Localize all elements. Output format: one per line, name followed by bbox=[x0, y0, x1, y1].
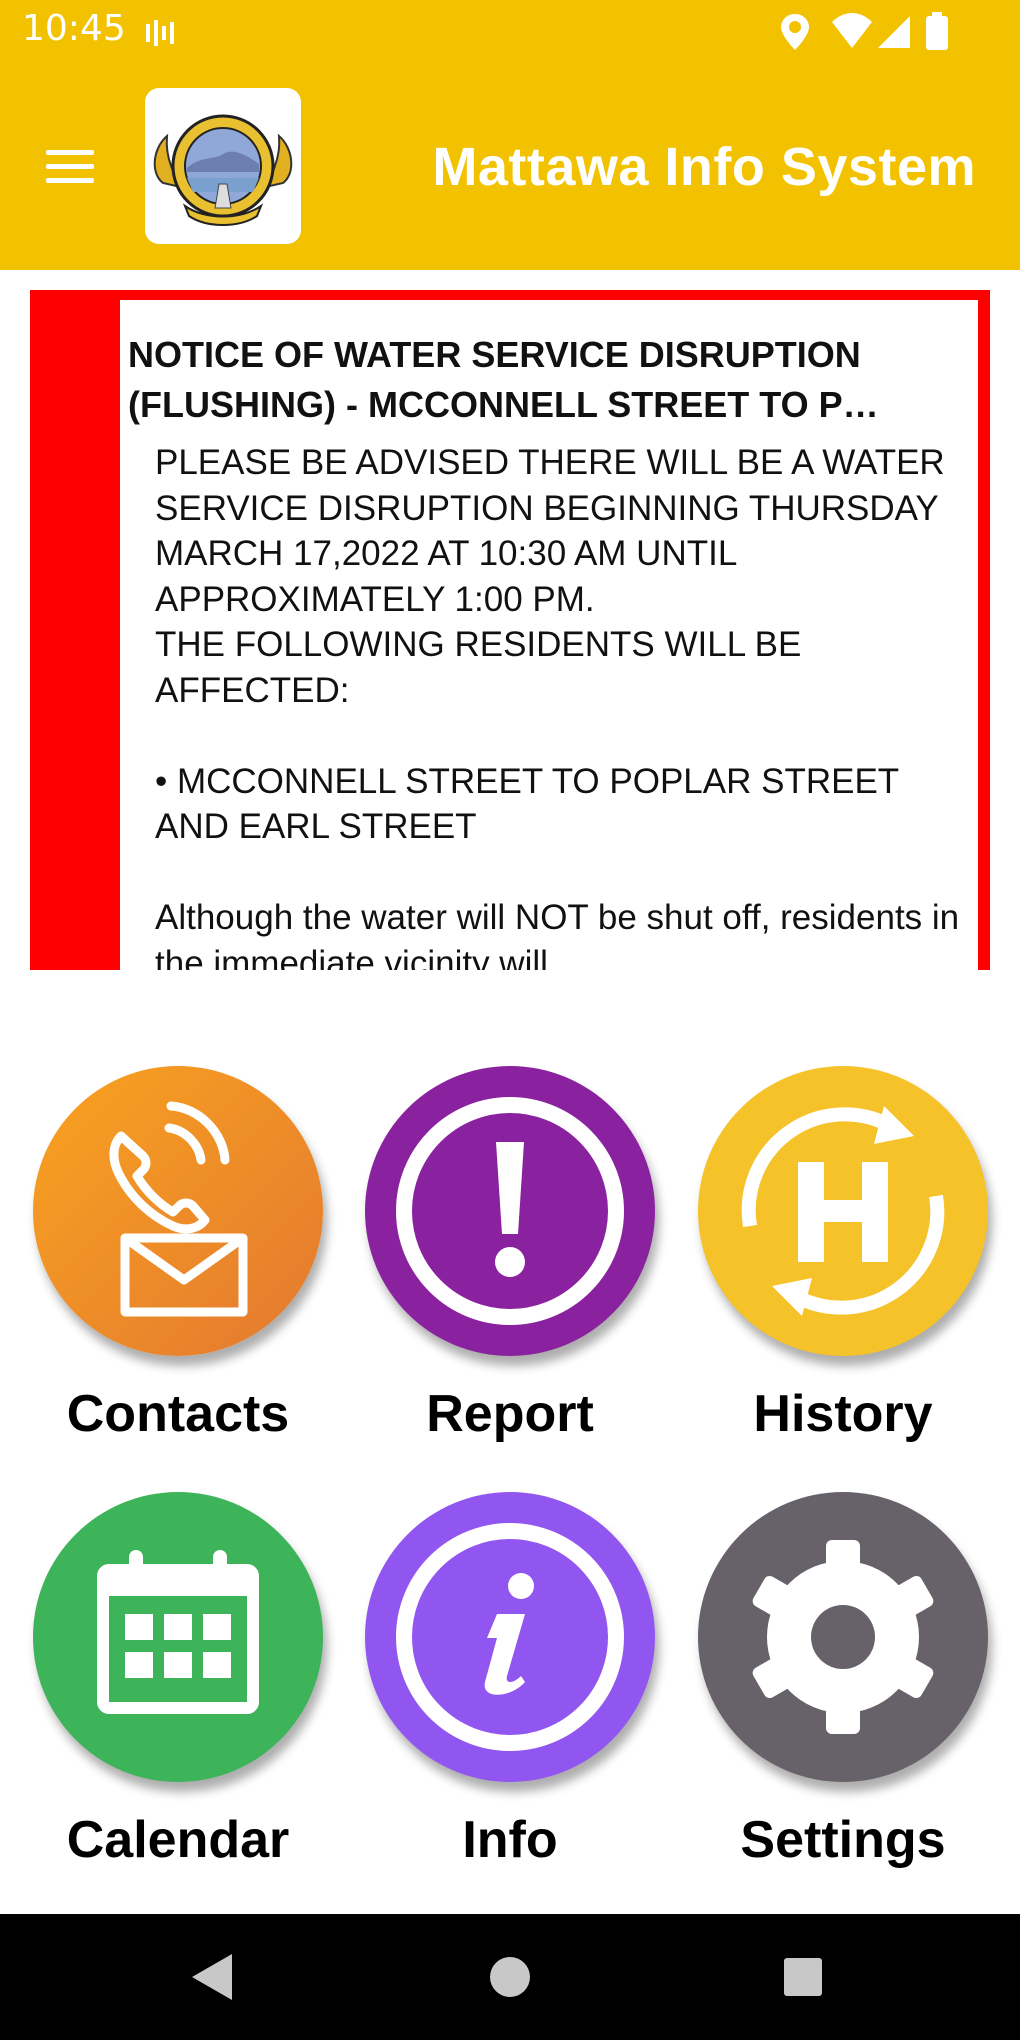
gear-icon bbox=[752, 1540, 934, 1734]
contacts-circle bbox=[33, 1066, 323, 1356]
history-label: History bbox=[753, 1385, 933, 1443]
app-bar: Mattawa Info System bbox=[0, 64, 1020, 270]
back-icon[interactable] bbox=[178, 1942, 248, 2012]
calendar-circle bbox=[33, 1492, 323, 1782]
wifi-icon bbox=[832, 13, 872, 48]
exclamation-icon bbox=[396, 1097, 624, 1325]
report-tile[interactable]: Report bbox=[350, 1066, 670, 1486]
location-icon bbox=[781, 14, 809, 50]
phone-mail-icon bbox=[109, 1101, 248, 1317]
info-tile[interactable]: Info bbox=[350, 1492, 670, 1912]
status-bar: 10:45 bbox=[0, 0, 1020, 64]
voicemail-icon bbox=[146, 20, 174, 46]
battery-icon bbox=[926, 12, 948, 50]
signal-icon bbox=[878, 16, 910, 48]
navigation-bar bbox=[0, 1914, 1020, 2040]
history-circle bbox=[698, 1066, 988, 1356]
settings-circle bbox=[698, 1492, 988, 1782]
calendar-label: Calendar bbox=[66, 1811, 290, 1869]
status-time: 10:45 bbox=[22, 8, 126, 49]
info-label: Info bbox=[462, 1811, 558, 1869]
home-icon[interactable] bbox=[475, 1942, 545, 2012]
calendar-tile[interactable]: Calendar bbox=[18, 1492, 338, 1912]
notice-card[interactable]: NOTICE OF WATER SERVICE DISRUPTION (FLUS… bbox=[30, 290, 990, 970]
history-tile[interactable]: History bbox=[683, 1066, 1003, 1486]
notice-body: PLEASE BE ADVISED THERE WILL BE A WATER … bbox=[155, 443, 960, 970]
calendar-icon bbox=[97, 1550, 259, 1714]
history-h-icon bbox=[741, 1106, 945, 1316]
info-icon bbox=[396, 1523, 624, 1751]
report-label: Report bbox=[426, 1385, 594, 1443]
info-circle bbox=[365, 1492, 655, 1782]
settings-label: Settings bbox=[740, 1811, 946, 1869]
hamburger-icon bbox=[46, 150, 94, 155]
settings-tile[interactable]: Settings bbox=[683, 1492, 1003, 1912]
notice-content: NOTICE OF WATER SERVICE DISRUPTION (FLUS… bbox=[120, 300, 978, 970]
contacts-tile[interactable]: Contacts bbox=[18, 1066, 338, 1486]
report-circle bbox=[365, 1066, 655, 1356]
recents-icon[interactable] bbox=[768, 1942, 838, 2012]
menu-button[interactable] bbox=[40, 142, 106, 192]
app-title: Mattawa Info System bbox=[432, 137, 976, 197]
contacts-label: Contacts bbox=[66, 1385, 290, 1443]
notice-title: NOTICE OF WATER SERVICE DISRUPTION (FLUS… bbox=[128, 334, 879, 425]
town-logo bbox=[145, 88, 301, 244]
